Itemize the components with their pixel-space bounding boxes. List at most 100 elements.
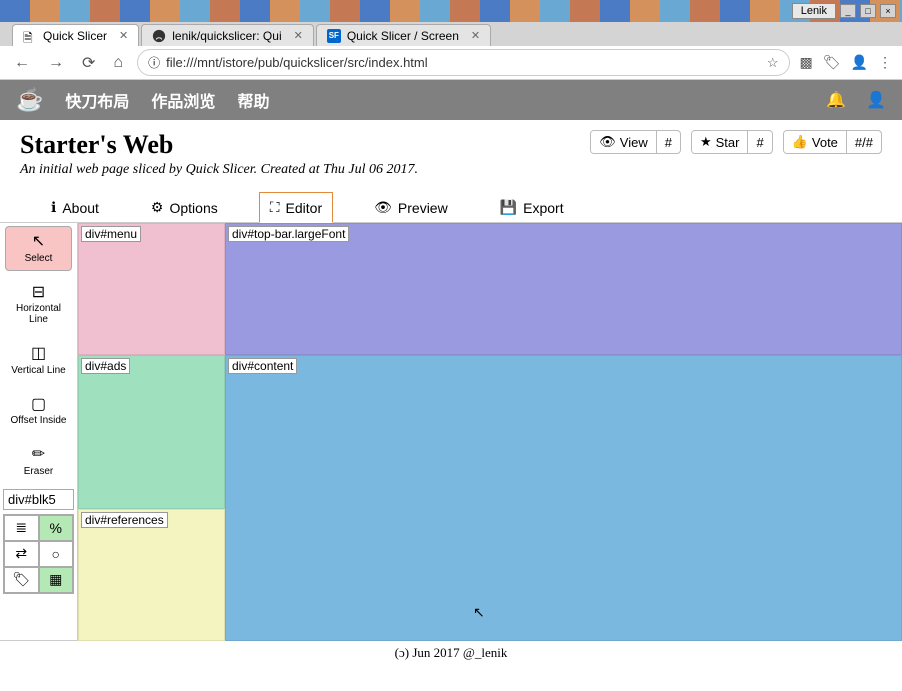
- info-icon: ℹ: [51, 199, 56, 216]
- vline-icon: ◫: [31, 345, 46, 363]
- nav-layout[interactable]: 快刀布局: [65, 88, 129, 112]
- region-menu[interactable]: div#menu: [78, 223, 225, 355]
- region-label: div#top-bar.largeFont: [228, 226, 349, 242]
- star-label: Star: [716, 135, 740, 150]
- offset-icon: ▢: [31, 396, 46, 414]
- page-icon: 🗎: [23, 29, 37, 43]
- forward-button[interactable]: →: [44, 50, 68, 76]
- os-max-button[interactable]: □: [860, 4, 876, 18]
- nav-help[interactable]: 帮助: [237, 88, 269, 112]
- browser-tab[interactable]: 🗎 Quick Slicer ✕: [12, 24, 139, 46]
- mini-swap[interactable]: ⇄: [4, 541, 39, 567]
- hline-icon: ⊟: [32, 284, 45, 302]
- tool-label: Vertical Line: [11, 365, 65, 376]
- tab-title: Quick Slicer / Screen: [347, 29, 459, 43]
- region-label: div#references: [81, 512, 168, 528]
- star-stat: ★ Star #: [691, 130, 773, 154]
- eraser-icon: ✏: [32, 446, 45, 464]
- view-tabs: ℹ About ⚙ Options ⛶ Editor 👁 Preview 💾 E…: [0, 184, 902, 223]
- mini-grid-icon[interactable]: ▦: [39, 567, 74, 593]
- tab-editor[interactable]: ⛶ Editor: [259, 192, 333, 223]
- browser-tab[interactable]: lenik/quickslicer: Qui ✕: [141, 24, 314, 46]
- tool-label: Eraser: [24, 466, 53, 477]
- info-icon[interactable]: ⓘ: [148, 54, 160, 71]
- tab-close-icon[interactable]: ✕: [294, 29, 303, 42]
- region-ads[interactable]: div#ads: [78, 355, 225, 509]
- os-close-button[interactable]: ×: [880, 4, 896, 18]
- star-count: #: [748, 131, 771, 153]
- region-content[interactable]: div#content ↖: [225, 355, 902, 641]
- tab-export[interactable]: 💾 Export: [489, 192, 575, 222]
- tab-close-icon[interactable]: ✕: [119, 29, 128, 42]
- reload-button[interactable]: ⟳: [78, 49, 99, 77]
- vote-label: Vote: [812, 135, 838, 150]
- project-title: Starter's Web: [20, 130, 418, 160]
- star-button[interactable]: ★ Star: [692, 131, 749, 153]
- project-row: Starter's Web An initial web page sliced…: [0, 120, 902, 184]
- tab-title: lenik/quickslicer: Qui: [172, 29, 281, 43]
- tab-label: About: [62, 200, 99, 216]
- tab-label: Editor: [286, 200, 323, 216]
- nav-browse[interactable]: 作品浏览: [151, 88, 215, 112]
- browser-toolbar: ← → ⟳ ⌂ ⓘ file:///mnt/istore/pub/quicksl…: [0, 46, 902, 80]
- tab-about[interactable]: ℹ About: [40, 192, 110, 222]
- menu-icon[interactable]: ⋮: [878, 54, 892, 71]
- eye-icon: 👁: [374, 199, 392, 216]
- crop-icon: ⛶: [270, 199, 280, 216]
- star-icon: ★: [700, 134, 712, 150]
- view-button[interactable]: 👁 View: [591, 131, 656, 153]
- tool-hline[interactable]: ⊟ Horizontal Line: [5, 277, 72, 333]
- bell-icon[interactable]: 🔔: [826, 90, 846, 110]
- view-stat: 👁 View #: [590, 130, 681, 154]
- os-titlebar: Lenik _ □ ×: [0, 0, 902, 22]
- user-icon[interactable]: 👤: [866, 90, 886, 110]
- editor-canvas[interactable]: div#menu div#top-bar.largeFont div#ads d…: [78, 223, 902, 640]
- eye-icon: 👁: [599, 134, 616, 150]
- vote-stat: 👍 Vote #/#: [783, 130, 882, 154]
- tab-label: Options: [169, 200, 217, 216]
- region-label: div#menu: [81, 226, 141, 242]
- user-ext-icon[interactable]: 👤: [851, 54, 868, 71]
- back-button[interactable]: ←: [10, 50, 34, 76]
- sf-icon: SF: [327, 29, 341, 43]
- bookmark-star-icon[interactable]: ☆: [767, 55, 779, 71]
- tool-offset[interactable]: ▢ Offset Inside: [5, 389, 72, 434]
- browser-tab-strip: 🗎 Quick Slicer ✕ lenik/quickslicer: Qui …: [0, 22, 902, 46]
- mini-tag[interactable]: 🏷: [4, 567, 39, 593]
- mini-circle[interactable]: ○: [39, 541, 74, 567]
- tool-vline[interactable]: ◫ Vertical Line: [5, 338, 72, 383]
- coffee-logo-icon[interactable]: ☕: [16, 87, 43, 113]
- tab-label: Export: [523, 200, 563, 216]
- mini-list[interactable]: ≣: [4, 515, 39, 541]
- tool-eraser[interactable]: ✏ Eraser: [5, 439, 72, 484]
- tag-ext-icon[interactable]: 🏷: [823, 54, 841, 71]
- vote-button[interactable]: 👍 Vote: [784, 131, 847, 153]
- footer: (ɔ) Jun 2017 @_lenik: [0, 641, 902, 665]
- stats-row: 👁 View # ★ Star # 👍 Vote #/#: [590, 130, 882, 154]
- tab-label: Preview: [398, 200, 448, 216]
- view-label: View: [620, 135, 648, 150]
- mini-toolbar: ≣ % ⇄ ○ 🏷 ▦: [3, 514, 74, 594]
- tool-rail: ↖ Select ⊟ Horizontal Line ◫ Vertical Li…: [0, 223, 78, 640]
- tool-select[interactable]: ↖ Select: [5, 226, 72, 271]
- app-header: ☕ 快刀布局 作品浏览 帮助 🔔 👤: [0, 80, 902, 120]
- mouse-cursor-icon: ↖: [473, 604, 485, 621]
- mini-percent[interactable]: %: [39, 515, 74, 541]
- qr-icon[interactable]: ▩: [800, 54, 813, 71]
- browser-tab[interactable]: SF Quick Slicer / Screen ✕: [316, 24, 491, 46]
- os-min-button[interactable]: _: [840, 4, 856, 18]
- tool-label: Horizontal Line: [10, 303, 67, 325]
- selector-input[interactable]: [3, 489, 74, 510]
- project-subtitle: An initial web page sliced by Quick Slic…: [20, 162, 418, 178]
- region-topbar[interactable]: div#top-bar.largeFont: [225, 223, 902, 355]
- tab-close-icon[interactable]: ✕: [471, 29, 480, 42]
- github-icon: [152, 29, 166, 43]
- tool-label: Select: [25, 253, 53, 264]
- view-count: #: [657, 131, 680, 153]
- home-button[interactable]: ⌂: [109, 50, 127, 76]
- tab-preview[interactable]: 👁 Preview: [363, 192, 459, 222]
- region-references[interactable]: div#references: [78, 509, 225, 641]
- address-bar[interactable]: ⓘ file:///mnt/istore/pub/quickslicer/src…: [137, 49, 789, 76]
- tab-options[interactable]: ⚙ Options: [140, 192, 229, 222]
- region-label: div#content: [228, 358, 297, 374]
